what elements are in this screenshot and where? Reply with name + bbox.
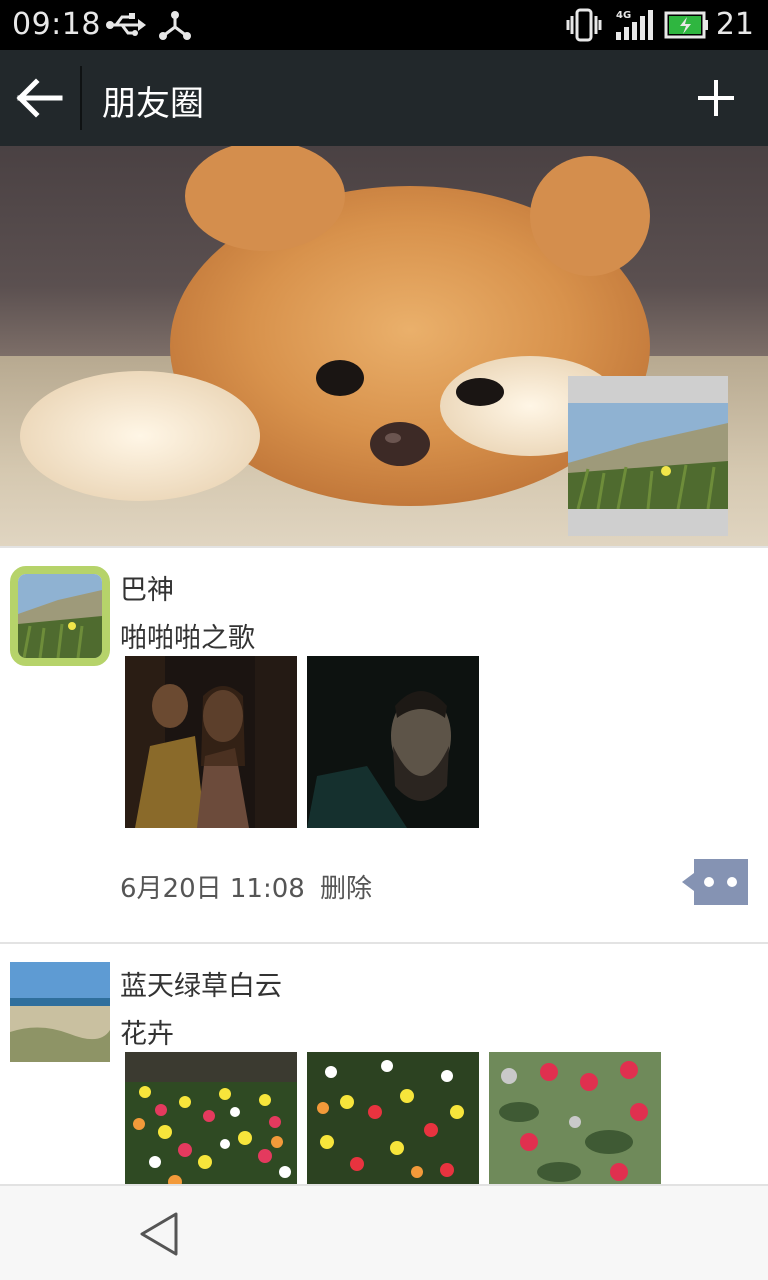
status-bar: 09:18 4G 21 xyxy=(0,0,768,50)
nav-back-button[interactable] xyxy=(136,1210,184,1258)
post-text: 啪啪啪之歌 xyxy=(120,623,255,654)
plus-icon xyxy=(698,80,734,116)
flower-field-image xyxy=(125,1052,297,1184)
grass-dune-image xyxy=(568,403,728,509)
moment-post: 蓝天绿草白云 花卉 xyxy=(0,944,768,1184)
post-author-name[interactable]: 蓝天绿草白云 xyxy=(120,964,282,1003)
navigation-bar xyxy=(0,1184,768,1280)
back-button[interactable] xyxy=(10,70,70,126)
my-avatar-thumbnail[interactable] xyxy=(568,376,728,536)
moment-post: 巴神 啪啪啪之歌 6月20日 11:08 删除 xyxy=(0,548,768,942)
vibrate-icon xyxy=(566,8,602,46)
dark-scene-couple-image xyxy=(125,656,297,828)
avatar[interactable] xyxy=(10,566,110,666)
beach-sky-avatar-image xyxy=(10,962,110,1062)
post-author-name[interactable]: 巴神 xyxy=(120,568,174,607)
page-title: 朋友圈 xyxy=(102,84,204,124)
red-flowers-image xyxy=(489,1052,661,1184)
post-photo[interactable] xyxy=(125,1052,297,1184)
post-text: 花卉 xyxy=(120,1019,174,1050)
add-post-button[interactable] xyxy=(694,76,738,120)
delete-post-button[interactable]: 删除 xyxy=(320,868,372,905)
avatar[interactable] xyxy=(10,962,110,1062)
post-timestamp: 6月20日 11:08 xyxy=(120,874,305,904)
post-photo[interactable] xyxy=(489,1052,661,1184)
hotspot-icon xyxy=(158,8,192,46)
nav-back-icon xyxy=(140,1212,178,1256)
usb-icon xyxy=(104,8,148,46)
dark-scene-man-image xyxy=(307,656,479,828)
svg-text:4G: 4G xyxy=(616,10,631,21)
grass-dune-avatar-image xyxy=(18,574,102,658)
post-photo[interactable] xyxy=(307,1052,479,1184)
app-bar: 朋友圈 xyxy=(0,50,768,146)
status-time: 09:18 xyxy=(12,7,101,42)
cover-photo[interactable] xyxy=(0,146,768,546)
post-photo[interactable] xyxy=(307,656,479,828)
more-dots-icon xyxy=(682,859,748,905)
comment-like-menu-button[interactable] xyxy=(682,859,748,905)
battery-level: 21 xyxy=(715,7,754,42)
flower-field-image xyxy=(307,1052,479,1184)
post-photo[interactable] xyxy=(125,656,297,828)
app-bar-divider xyxy=(80,66,82,130)
signal-icon: 4G xyxy=(614,8,654,46)
back-arrow-icon xyxy=(16,78,63,118)
battery-charging-icon xyxy=(664,10,710,44)
